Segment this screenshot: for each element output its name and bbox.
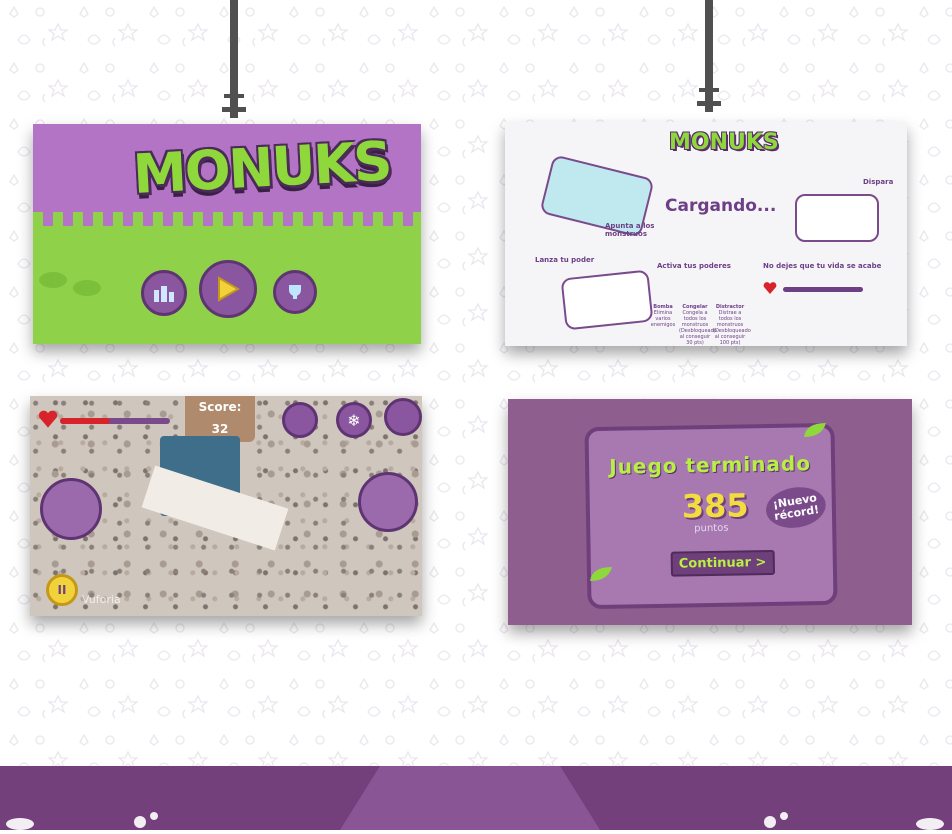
bomb-power-button[interactable]: [282, 402, 318, 438]
trophy-icon: [289, 285, 301, 299]
distractor-power-button[interactable]: [384, 398, 422, 436]
points-label: puntos: [694, 522, 729, 535]
right-hanger-bar: [697, 0, 721, 112]
play-icon: [218, 276, 240, 302]
trophy-button[interactable]: [273, 270, 317, 314]
score-value: 32: [211, 422, 229, 436]
phone-illustration-3: [560, 269, 654, 331]
footprints-icon: [39, 272, 101, 296]
step-3-text: Activa tus poderes: [657, 262, 731, 270]
power-distractor: Distractor Distrae a todos los monstruos …: [713, 304, 751, 346]
pause-button[interactable]: II: [46, 574, 78, 606]
lanza-poder-text: Lanza tu poder: [535, 256, 595, 264]
life-bar: [783, 287, 863, 292]
gameplay-screenshot: Score: 32 ❄ II Vuforia: [30, 396, 422, 616]
snowflake-icon: ❄: [347, 410, 361, 430]
shoot-button[interactable]: [358, 472, 418, 532]
heart-icon: [763, 282, 777, 294]
main-menu-screenshot: MONUKS: [33, 124, 421, 344]
play-button[interactable]: [199, 260, 257, 318]
monuks-logo-small: MONUKS: [669, 130, 779, 155]
loading-text: Cargando...: [665, 196, 777, 216]
leaf-icon: [590, 567, 612, 581]
freeze-power-button[interactable]: ❄: [336, 402, 372, 438]
continue-button[interactable]: Continuar >: [670, 549, 775, 577]
footer-decoration: [6, 766, 944, 830]
ranking-icon: [154, 286, 174, 302]
score-label: Score:: [198, 400, 242, 414]
new-record-badge: ¡Nuevo récord!: [763, 483, 829, 532]
monuks-logo: MONUKS: [131, 129, 392, 206]
phone-illustration-2: [795, 194, 879, 242]
pause-icon: II: [57, 583, 67, 597]
step-1-text: Apunta a los monstruos: [605, 222, 655, 238]
doodle-pattern-background: [0, 0, 952, 770]
power-bomba: Bomba Elimina varios enemigos: [650, 304, 676, 328]
leaf-icon: [804, 423, 826, 437]
vuforia-watermark: Vuforia: [82, 593, 121, 606]
stone-sign: Juego terminado 385 puntos ¡Nuevo récord…: [584, 422, 838, 610]
step-2-text: Dispara: [863, 178, 894, 186]
game-over-title: Juego terminado: [609, 451, 812, 479]
heart-icon: [38, 410, 58, 428]
footer-band: [0, 766, 952, 830]
final-score: 385: [681, 486, 749, 526]
loading-instructions-screenshot: MONUKS Cargando... Apunta a los monstruo…: [505, 122, 907, 346]
throw-power-button[interactable]: [40, 478, 102, 540]
game-over-screenshot: Juego terminado 385 puntos ¡Nuevo récord…: [508, 399, 912, 625]
step-4-text: No dejes que tu vida se acabe: [763, 262, 882, 270]
power-congelar: Congelar Congela a todos los monstruos (D…: [679, 304, 717, 346]
ranking-button[interactable]: [141, 270, 187, 316]
health-bar: [60, 418, 170, 424]
left-hanger-bar: [222, 0, 246, 118]
